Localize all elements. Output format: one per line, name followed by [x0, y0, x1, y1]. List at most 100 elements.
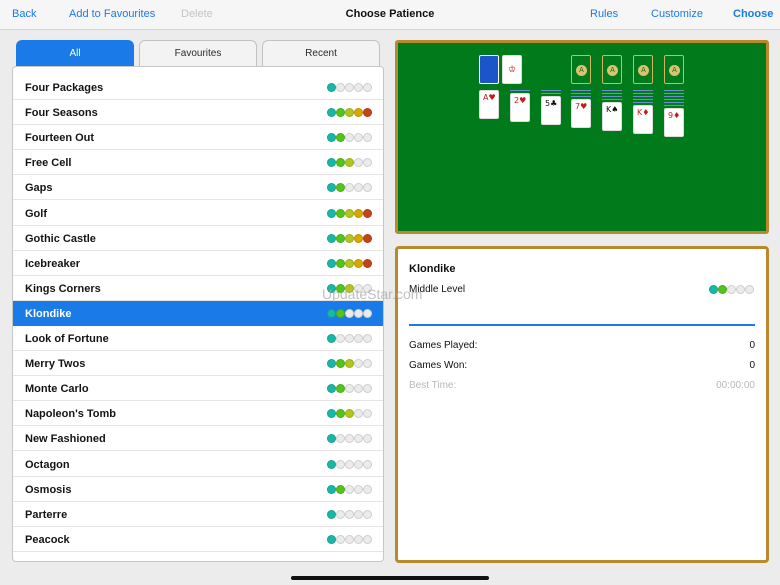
- difficulty-dot-empty: [363, 183, 372, 193]
- difficulty-dot-filled: [336, 233, 345, 243]
- difficulty-dot-empty: [363, 409, 372, 419]
- difficulty-indicator: [327, 459, 372, 469]
- difficulty-dot-empty: [345, 133, 354, 143]
- difficulty-dot-filled: [345, 108, 354, 118]
- list-item[interactable]: Gothic Castle: [13, 226, 383, 251]
- list-item[interactable]: New Fashioned: [13, 426, 383, 452]
- difficulty-dot-filled: [336, 208, 345, 218]
- difficulty-dot-empty: [345, 434, 354, 444]
- difficulty-dot-empty: [354, 484, 363, 494]
- game-name: Napoleon's Tomb: [25, 408, 117, 421]
- card-rank: 2♥: [514, 96, 527, 105]
- face-down-card-edge: [541, 93, 561, 94]
- difficulty-dot-filled: [345, 258, 354, 268]
- difficulty-indicator: [327, 434, 372, 444]
- list-item[interactable]: Free Cell: [13, 150, 383, 176]
- game-name: Fourteen Out: [25, 132, 95, 145]
- difficulty-dot-filled: [718, 285, 727, 294]
- game-list[interactable]: Four Packages Four Seasons Fourteen Out Fre…: [12, 66, 384, 562]
- difficulty-dot-empty: [354, 384, 363, 394]
- card-rank: K♦: [637, 108, 650, 117]
- list-item[interactable]: Four Seasons: [13, 100, 383, 126]
- game-name: Four Seasons: [25, 107, 98, 120]
- choose-button[interactable]: Choose: [733, 8, 773, 20]
- difficulty-dot-filled: [336, 258, 345, 268]
- foundation-label: A: [576, 65, 587, 76]
- list-item[interactable]: Golf: [13, 201, 383, 226]
- foundation-slot: A: [664, 55, 684, 84]
- game-name: Osmosis: [25, 483, 72, 496]
- face-down-card-edge: [633, 96, 653, 97]
- list-item[interactable]: Icebreaker: [13, 251, 383, 276]
- list-item[interactable]: Klondike: [13, 300, 383, 326]
- difficulty-dot-empty: [363, 83, 372, 92]
- difficulty-dot-filled: [345, 158, 354, 168]
- list-item[interactable]: Fourteen Out: [13, 125, 383, 151]
- difficulty-dot-filled: [327, 534, 336, 544]
- games-played-value: 0: [749, 340, 755, 351]
- navigation-bar: Back Add to Favourites Delete Choose Pat…: [0, 0, 780, 30]
- games-played-label: Games Played:: [409, 340, 478, 351]
- tab-recent[interactable]: Recent: [262, 40, 380, 66]
- difficulty-dot-filled: [327, 208, 336, 218]
- difficulty-dot-filled: [363, 233, 372, 243]
- list-item[interactable]: Monte Carlo: [13, 376, 383, 402]
- game-name: Look of Fortune: [25, 333, 109, 345]
- difficulty-dot-empty: [354, 409, 363, 419]
- difficulty-indicator: [327, 409, 372, 419]
- list-item[interactable]: Four Packages: [13, 75, 383, 100]
- list-item[interactable]: Osmosis: [13, 477, 383, 502]
- difficulty-dot-filled: [336, 133, 345, 143]
- tableau-card: 7♥: [571, 99, 591, 128]
- difficulty-dot-filled: [363, 108, 372, 118]
- foundation-label: A: [669, 65, 680, 76]
- difficulty-dot-empty: [745, 285, 754, 294]
- difficulty-dot-empty: [345, 308, 354, 318]
- difficulty-dot-empty: [345, 83, 354, 92]
- list-item[interactable]: Merry Twos: [13, 351, 383, 377]
- list-item[interactable]: Parterre: [13, 502, 383, 527]
- game-name: Icebreaker: [25, 257, 81, 270]
- card-rank: A♥: [483, 93, 496, 102]
- difficulty-dot-empty: [354, 308, 363, 318]
- difficulty-dot-empty: [363, 434, 372, 444]
- difficulty-dot-filled: [345, 208, 354, 218]
- difficulty-dot-empty: [363, 484, 372, 494]
- list-item[interactable]: Peacock: [13, 527, 383, 552]
- foundation-label: A: [607, 65, 618, 76]
- difficulty-indicator: [709, 285, 754, 294]
- difficulty-dot-filled: [327, 359, 336, 369]
- difficulty-dot-filled: [327, 459, 336, 469]
- games-won-value: 0: [749, 360, 755, 371]
- list-item[interactable]: Napoleon's Tomb: [13, 401, 383, 427]
- stock-card-back: [479, 55, 499, 84]
- customize-button[interactable]: Customize: [651, 8, 703, 20]
- difficulty-dot-empty: [354, 133, 363, 143]
- list-item[interactable]: Gaps: [13, 175, 383, 201]
- difficulty-dot-empty: [363, 158, 372, 168]
- difficulty-dot-filled: [354, 233, 363, 243]
- rules-button[interactable]: Rules: [590, 8, 618, 20]
- difficulty-dot-filled: [336, 359, 345, 369]
- difficulty-dot-empty: [345, 183, 354, 193]
- difficulty-dot-filled: [327, 308, 336, 318]
- difficulty-dot-empty: [363, 459, 372, 469]
- tab-all[interactable]: All: [16, 40, 134, 66]
- game-name: Peacock: [25, 533, 70, 546]
- difficulty-indicator: [327, 258, 372, 268]
- tableau-card: 5♣: [541, 96, 561, 125]
- game-name: Merry Twos: [25, 358, 86, 371]
- difficulty-dot-filled: [709, 285, 718, 294]
- face-down-card-edge: [571, 90, 591, 91]
- tab-favourites[interactable]: Favourites: [139, 40, 257, 66]
- difficulty-dot-empty: [345, 384, 354, 394]
- difficulty-dot-empty: [354, 183, 363, 193]
- face-down-card-edge: [664, 93, 684, 94]
- difficulty-dot-filled: [354, 208, 363, 218]
- difficulty-indicator: [327, 509, 372, 519]
- list-item[interactable]: Look of Fortune: [13, 326, 383, 351]
- list-item[interactable]: Octagon: [13, 452, 383, 477]
- face-down-card-edge: [633, 93, 653, 94]
- difficulty-dot-filled: [354, 108, 363, 118]
- tableau-card: K♠: [602, 102, 622, 131]
